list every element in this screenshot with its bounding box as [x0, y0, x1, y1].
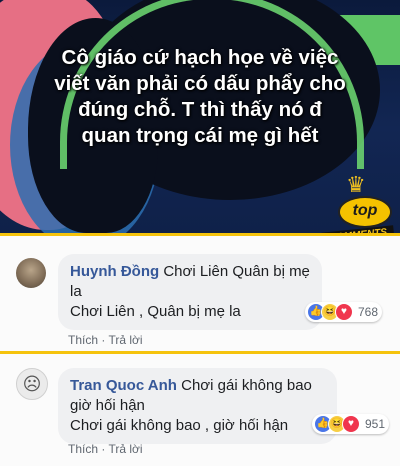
top-badge: top [338, 196, 392, 228]
reaction-count: 768 [358, 305, 379, 319]
comment-author[interactable]: Huynh Đồng [70, 263, 159, 280]
comment-actions: Thích · Trả lời [68, 333, 143, 347]
meme-banner: Cô giáo cứ hạch họe về việc viết văn phả… [0, 0, 400, 233]
heart-icon: ♥ [335, 303, 353, 321]
reply-link[interactable]: Trả lời [108, 442, 142, 456]
reaction-summary[interactable]: 👍 😆 ♥ 951 [312, 414, 390, 434]
comment-item: Huynh Đồng Chơi Liên Quân bị mẹ la Chơi … [0, 233, 400, 354]
like-link[interactable]: Thích [68, 333, 98, 347]
comment-item: ☹ Tran Quoc Anh Chơi gái không bao giờ h… [0, 351, 400, 466]
reaction-summary[interactable]: 👍 😆 ♥ 768 [305, 302, 383, 322]
sad-face-avatar[interactable]: ☹ [16, 368, 48, 400]
caption-line: quan trọng cái mẹ gì hết [81, 124, 319, 147]
banner-caption: Cô giáo cứ hạch họe về việc viết văn phả… [20, 45, 380, 149]
crown-icon: ♛ [346, 172, 366, 197]
separator: · [98, 333, 109, 347]
comment-bubble: Huynh Đồng Chơi Liên Quân bị mẹ la Chơi … [58, 254, 322, 330]
reaction-count: 951 [365, 417, 386, 431]
caption-line: đúng chỗ. T thì thấy nó đ [78, 98, 322, 121]
heart-icon: ♥ [342, 415, 360, 433]
comment-author[interactable]: Tran Quoc Anh [70, 377, 177, 394]
comment-actions: Thích · Trả lời [68, 442, 143, 456]
user-avatar[interactable] [16, 258, 46, 288]
reply-link[interactable]: Trả lời [108, 333, 142, 347]
caption-line: Cô giáo cứ hạch họe về việc [61, 46, 339, 69]
comment-bubble: Tran Quoc Anh Chơi gái không bao giờ hối… [58, 368, 337, 444]
caption-line: viết văn phải có dấu phẩy cho [54, 72, 346, 95]
comment-text-line: Chơi gái không bao , giờ hối hận [70, 417, 289, 434]
like-link[interactable]: Thích [68, 442, 98, 456]
comment-text-line: Chơi Liên , Quân bị mẹ la [70, 303, 241, 320]
separator: · [98, 442, 109, 456]
